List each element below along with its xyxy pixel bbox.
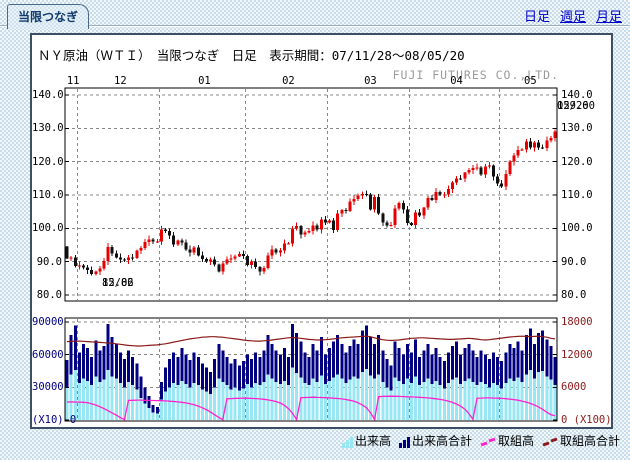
price-tick-label-left: 140.0 [32,90,62,101]
high-annotation-value: 129.60 [557,101,595,112]
price-tick-label-right: 110.0 [561,190,593,201]
price-tick-label-right: 90.0 [561,257,586,268]
month-label: 04 [445,75,469,87]
month-label: 12 [108,75,132,87]
price-tick-label-left: 100.0 [32,223,62,234]
legend-label: 取組高 [498,435,534,448]
price-tick-label-right: 120.0 [561,157,593,168]
price-tick-label-left: 80.0 [32,290,62,301]
page-background: { "tab_label": "当限つなぎ", "nav": { "daily"… [0,0,630,460]
price-tick-label-right: 130.0 [561,123,593,134]
price-tick-label-left: 120.0 [32,157,62,168]
volume-total-bars [66,324,557,420]
tab-front-month-continuous[interactable]: 当限つなぎ [7,4,89,29]
legend-item-open-interest: 取組高 [480,435,534,448]
volume-tick-label-right: 12000 [561,350,593,361]
nav-weekly-link[interactable]: 週足 [560,6,586,25]
month-label: 03 [358,75,382,87]
low-annotation-value: 85.82 [102,278,134,289]
candlesticks [66,130,557,276]
volume-tick-label-left: 60000 [32,350,62,361]
nav-monthly-link[interactable]: 月足 [596,6,622,25]
timeframe-nav: 日足 週足 月足 [524,6,622,25]
month-label: 11 [61,75,85,87]
chart-legend: 出来高 出来高合計 取組高 取組高合計 [342,435,620,448]
price-tick-label-left: 90.0 [32,257,62,268]
legend-label: 出来高合計 [412,435,472,448]
month-label: 01 [192,75,216,87]
price-tick-label-left: 130.0 [32,123,62,134]
volume-tick-label-left: 90000 [32,317,62,328]
open-interest-line-icon [480,436,496,448]
volume-tick-label-left: (X10) 0 [32,415,62,426]
price-tick-label-right: 100.0 [561,223,593,234]
candlestick-volume-chart [32,35,611,427]
month-label: 05 [518,75,542,87]
legend-label: 取組高合計 [560,435,620,448]
line-swatch [480,436,496,448]
volume-tick-label-right: 0 (X100) [561,415,612,426]
volume-tick-label-right: 6000 [561,382,586,393]
legend-item-open-interest-total: 取組高合計 [542,435,620,448]
price-tick-label-right: 80.0 [561,290,586,301]
top-divider [0,25,630,27]
chart-panel: ＮＹ原油（ＷＴＩ） 当限つなぎ 日足 表示期間：07/11/28～08/05/2… [30,33,613,429]
month-label: 02 [276,75,300,87]
legend-label: 出来高 [355,435,391,448]
volume-tick-label-left: 30000 [32,382,62,393]
volume-tick-label-right: 18000 [561,317,593,328]
axes [65,88,557,421]
legend-item-volume: 出来高 [342,435,391,448]
legend-item-volume-total: 出来高合計 [399,435,472,448]
volume-total-bars-icon [399,436,410,448]
open-interest-total-line-icon [542,436,558,448]
volume-front-bars [66,368,557,420]
price-tick-label-right: 140.0 [561,90,593,101]
price-tick-label-left: 110.0 [32,190,62,201]
line-swatch [542,436,558,448]
nav-daily-link[interactable]: 日足 [524,6,550,25]
volume-bars-icon [342,436,353,448]
